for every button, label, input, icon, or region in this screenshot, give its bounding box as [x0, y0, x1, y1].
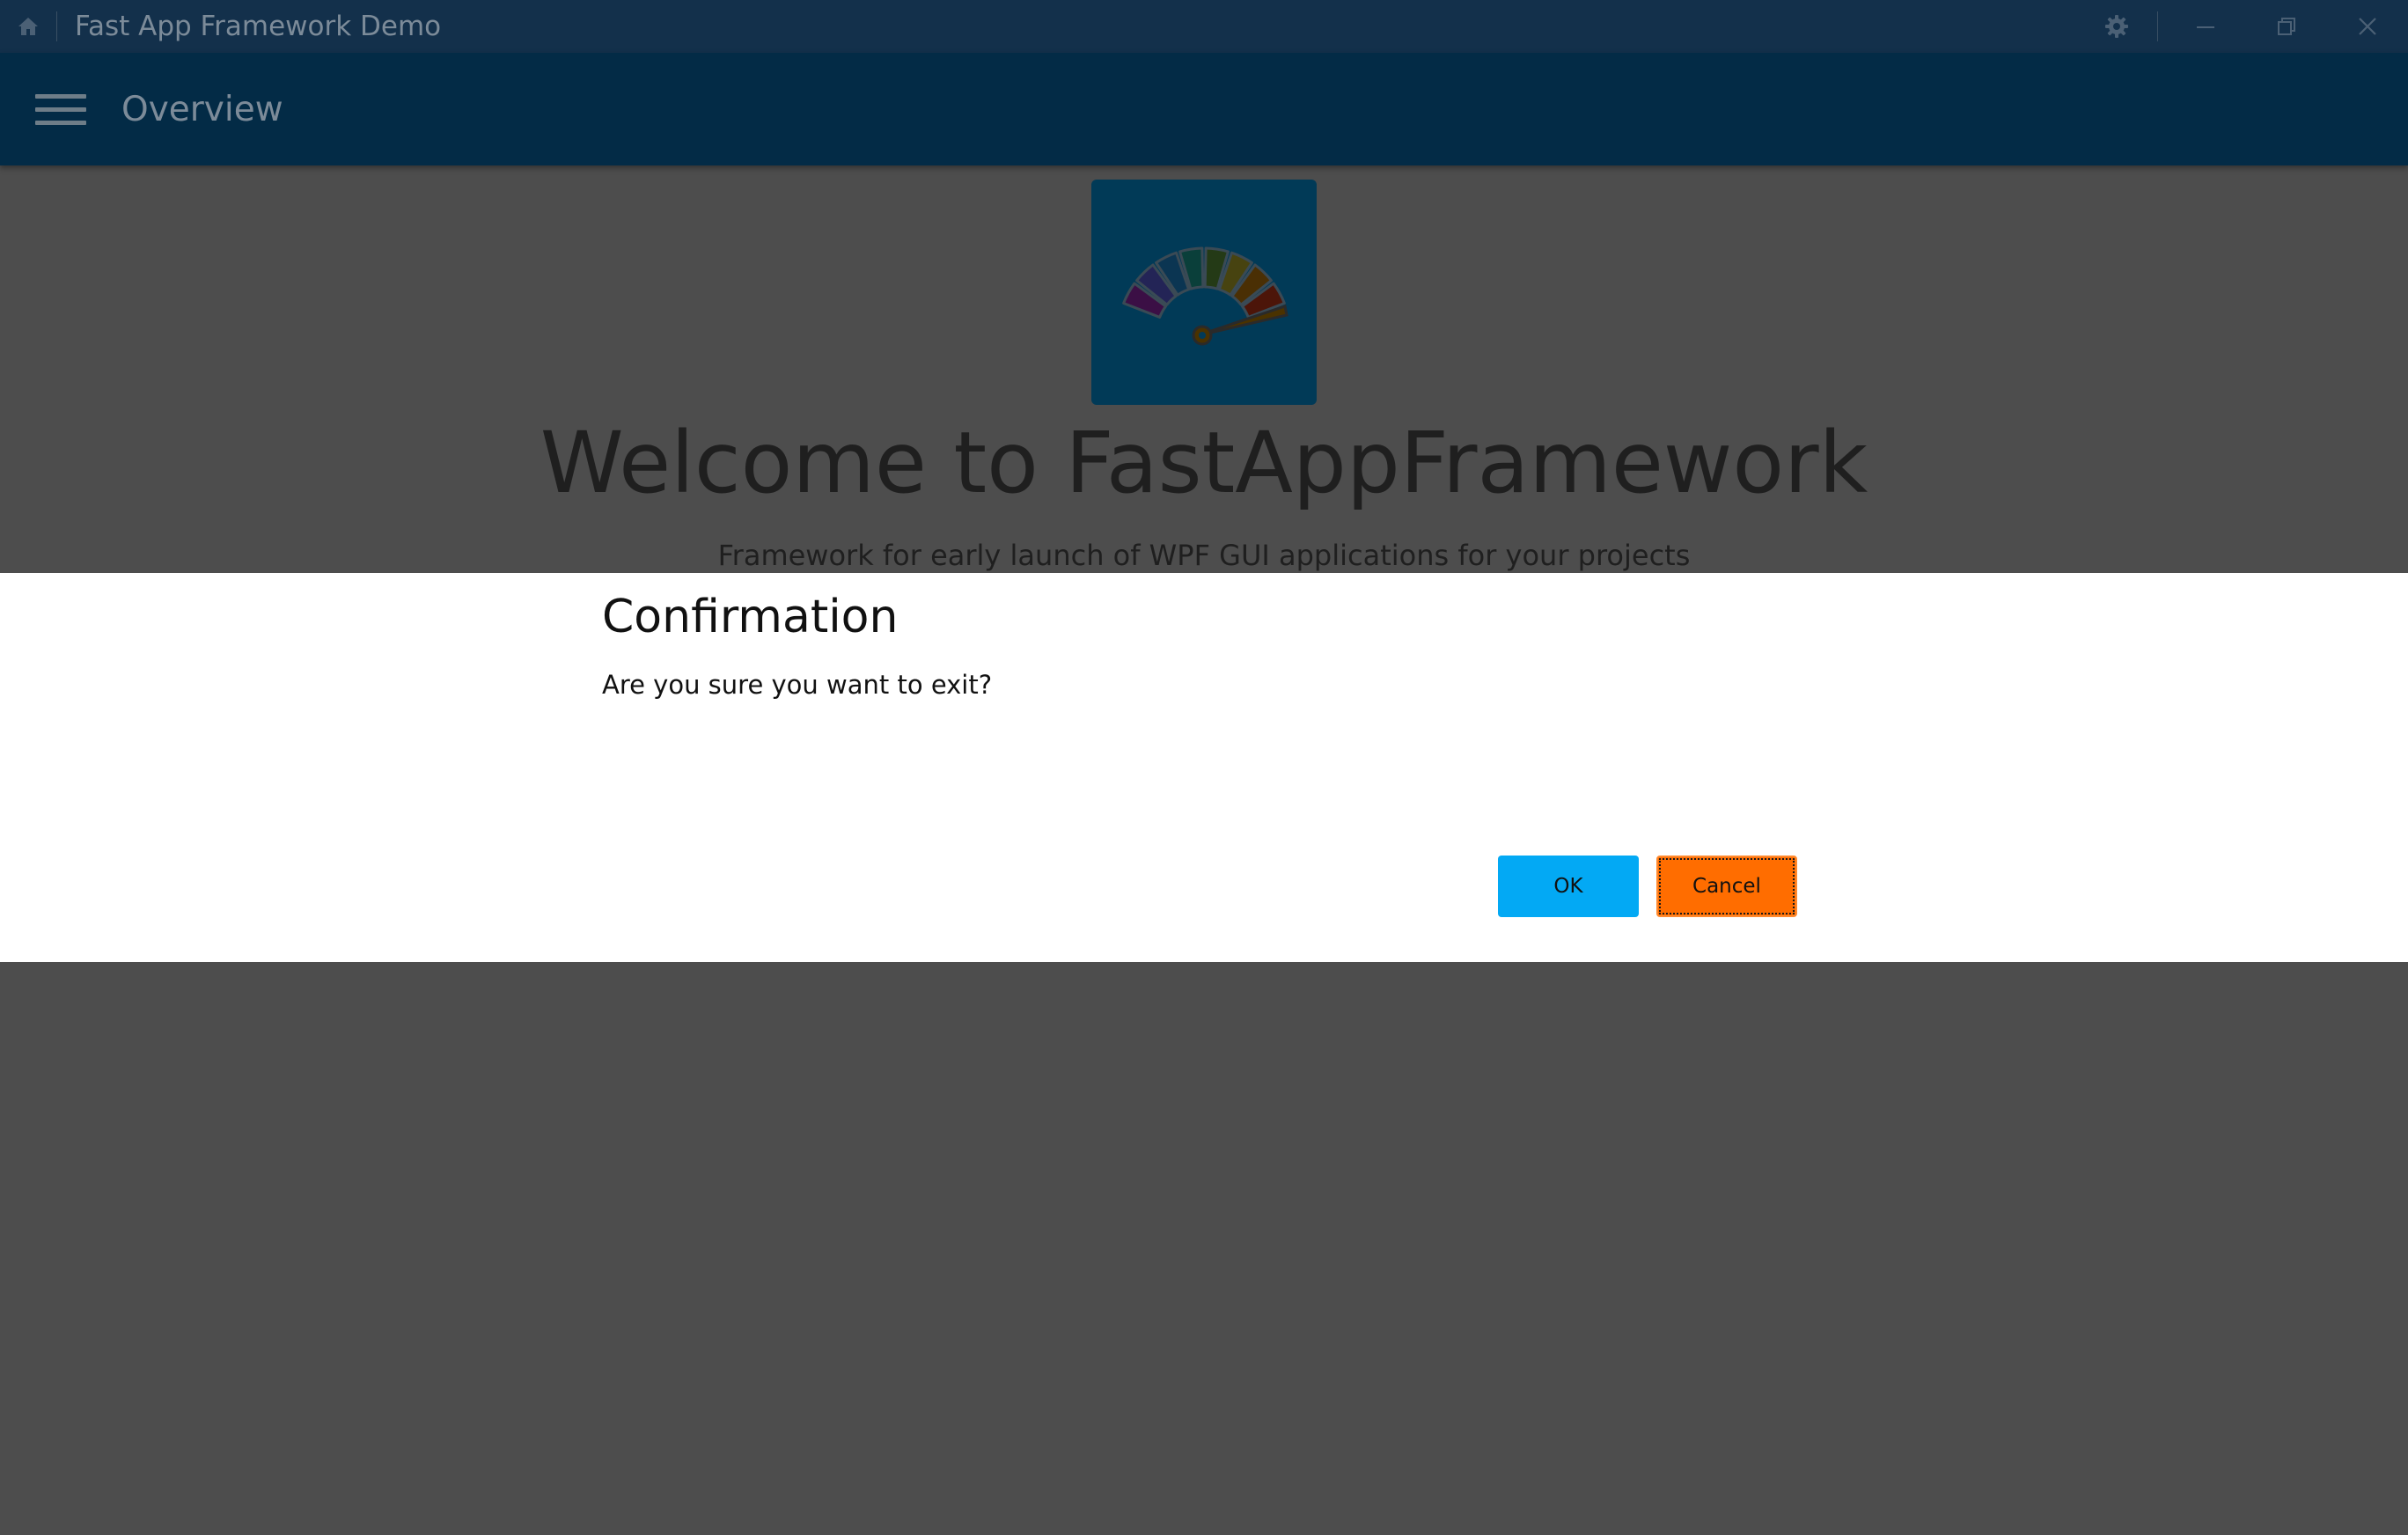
speedometer-icon — [1122, 246, 1288, 346]
confirmation-dialog: Confirmation Are you sure you want to ex… — [0, 573, 2408, 962]
app-logo — [1091, 180, 1317, 405]
restore-icon — [2278, 18, 2295, 35]
welcome-heading: Welcome to FastAppFramework — [540, 414, 1868, 512]
title-separator — [56, 11, 57, 41]
settings-icon — [2105, 15, 2128, 38]
cancel-button[interactable]: Cancel — [1656, 856, 1797, 917]
dialog-message: Are you sure you want to exit? — [602, 670, 993, 700]
close-icon — [2359, 18, 2376, 35]
home-button[interactable] — [0, 0, 56, 53]
settings-button[interactable] — [2076, 0, 2157, 53]
minimize-button[interactable] — [2165, 0, 2246, 53]
dialog-title: Confirmation — [602, 591, 899, 643]
app-bar: Overview — [0, 53, 2408, 165]
home-icon — [18, 18, 38, 35]
page-title: Overview — [121, 89, 283, 129]
restore-button[interactable] — [2246, 0, 2327, 53]
ok-button[interactable]: OK — [1498, 856, 1639, 917]
close-button[interactable] — [2327, 0, 2408, 53]
minimize-icon — [2197, 26, 2214, 28]
welcome-subtitle: Framework for early launch of WPF GUI ap… — [717, 539, 1691, 572]
hamburger-menu-icon[interactable] — [35, 85, 86, 134]
title-separator-right — [2157, 11, 2158, 41]
window-title-bar: Fast App Framework Demo — [0, 0, 2408, 53]
window-title: Fast App Framework Demo — [75, 11, 442, 42]
